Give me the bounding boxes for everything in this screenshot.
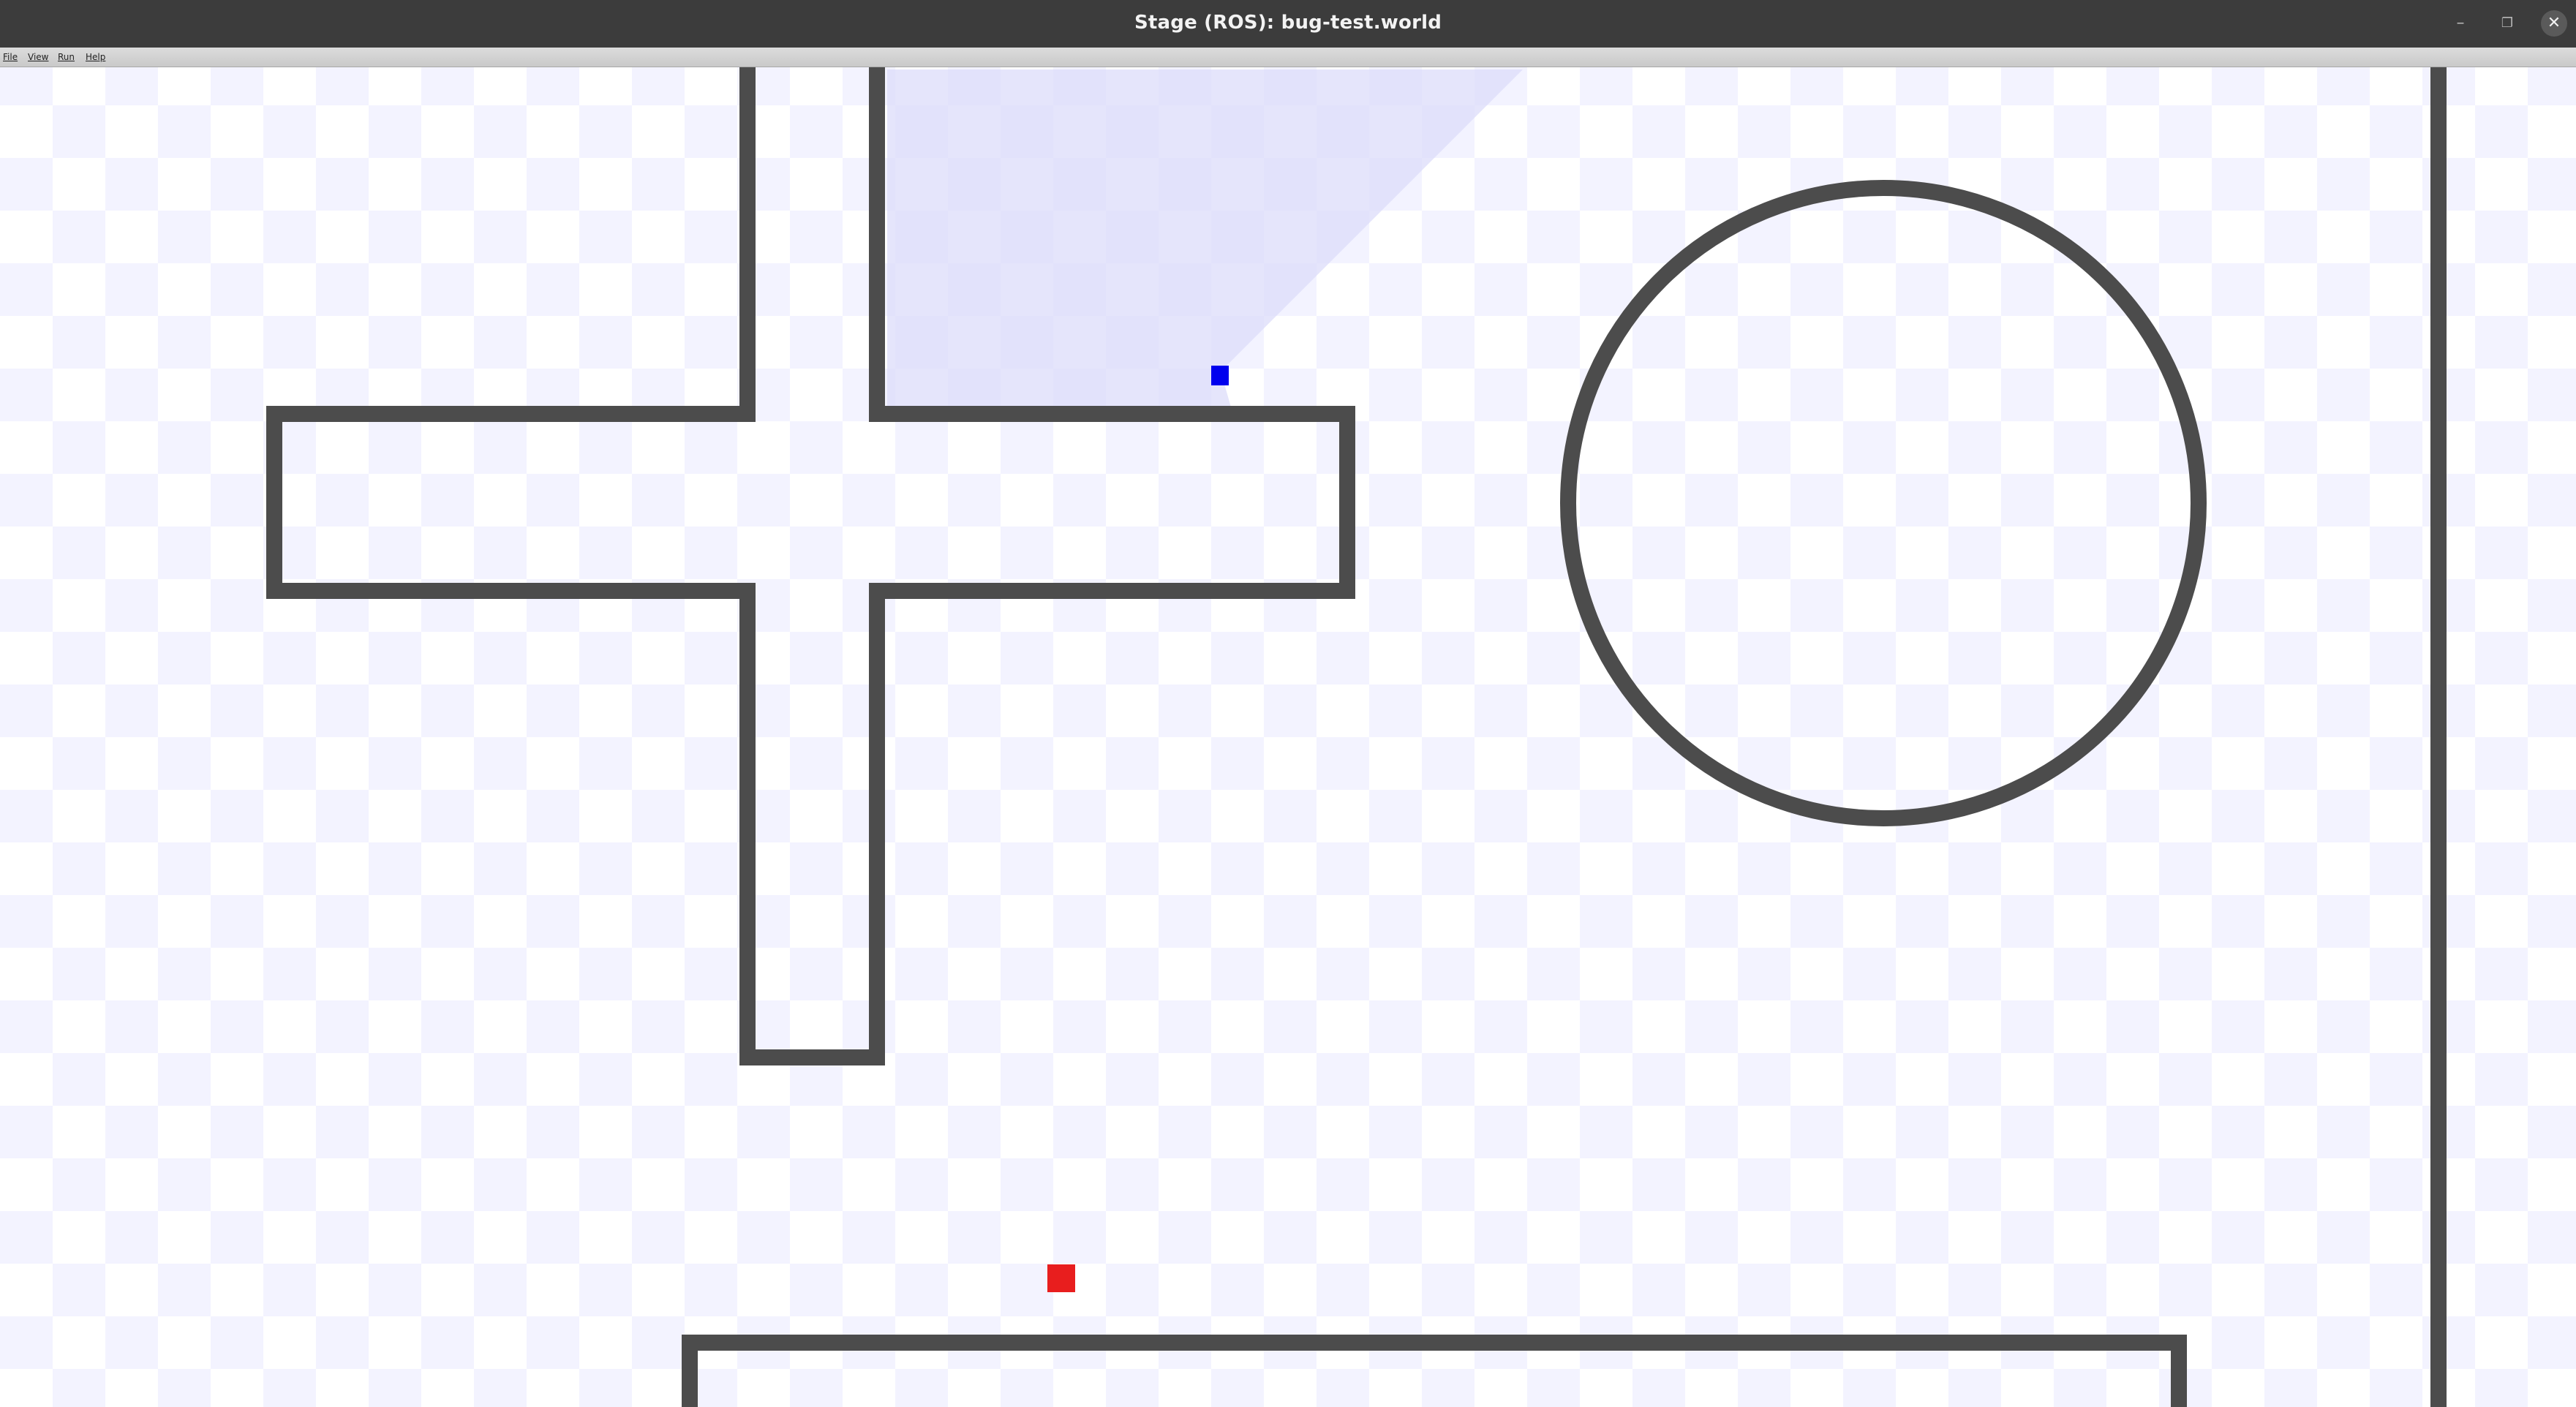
menu-bar: File View Run Help [0, 48, 2576, 67]
maximize-icon[interactable]: ❐ [2494, 10, 2520, 37]
title-bar[interactable]: Stage (ROS): bug-test.world – ❐ ✕ [0, 0, 2576, 48]
menu-file[interactable]: File [3, 52, 18, 62]
stage-window: Stage (ROS): bug-test.world – ❐ ✕ File V… [0, 0, 2576, 1407]
robot-marker[interactable] [1211, 366, 1229, 385]
world-canvas[interactable] [0, 67, 2576, 1407]
menu-help[interactable]: Help [86, 52, 105, 62]
window-title: Stage (ROS): bug-test.world [1134, 12, 1442, 34]
minimize-icon[interactable]: – [2447, 10, 2474, 37]
menu-run[interactable]: Run [58, 52, 75, 62]
goal-marker[interactable] [1047, 1264, 1075, 1292]
close-icon[interactable]: ✕ [2541, 10, 2567, 37]
right-boundary-wall [2430, 67, 2447, 1407]
menu-view[interactable]: View [28, 52, 48, 62]
